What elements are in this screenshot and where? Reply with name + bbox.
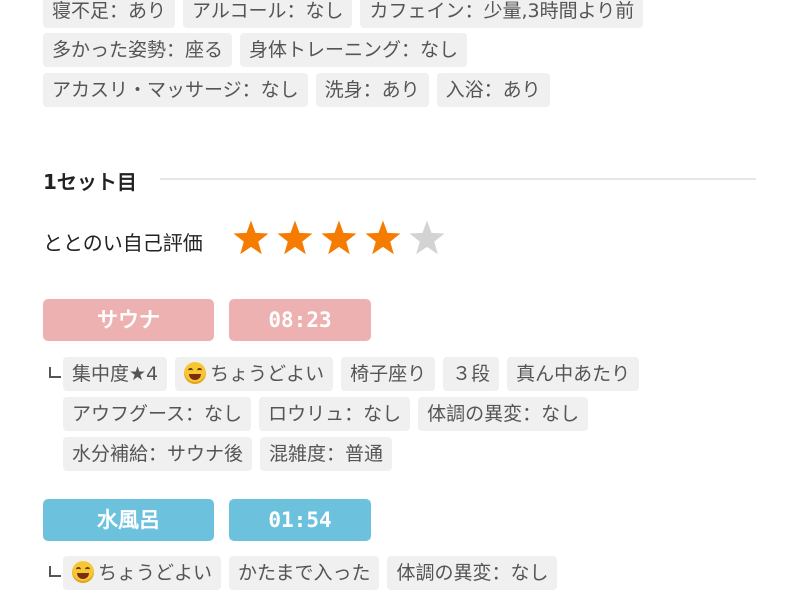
star-empty-icon [409, 220, 445, 255]
tag-caffeine: カフェイン：少量,3時間より前 [360, 0, 644, 28]
sauna-log-page: 寝不足：あり アルコール：なし カフェイン：少量,3時間より前 多かった姿勢：座… [0, 0, 800, 600]
star-filled-icon [321, 220, 357, 255]
tag-bath: 入浴：あり [436, 73, 550, 107]
tag-loyly: ロウリュ：なし [259, 397, 411, 431]
tag-training: 身体トレーニング：なし [240, 33, 468, 67]
tag-water-condition: 体調の異変：なし [387, 556, 558, 590]
tag-seat: 椅子座り [341, 357, 436, 391]
tag-depth: かたまで入った [229, 556, 380, 590]
condition-tags-row-1: 寝不足：あり アルコール：なし カフェイン：少量,3時間より前 [43, 0, 644, 28]
section-divider [160, 178, 756, 180]
tag-massage: アカスリ・マッサージ：なし [43, 73, 308, 107]
tag-tier: ３段 [443, 357, 500, 391]
star-filled-icon [233, 220, 269, 255]
tag-hydration: 水分補給：サウナ後 [63, 437, 253, 471]
grinning-squint-icon [72, 561, 94, 583]
condition-tags-row-3: アカスリ・マッサージ：なし 洗身：あり 入浴：あり [43, 73, 550, 107]
tag-water-feel-text: ちょうどよい [98, 562, 213, 584]
rating-stars [232, 219, 446, 257]
tag-position: 真ん中あたり [507, 357, 640, 391]
tag-water-feel: ちょうどよい [63, 556, 222, 590]
star-filled-icon [365, 220, 401, 255]
tag-condition: 体調の異変：なし [418, 397, 589, 431]
star-filled-icon [277, 220, 313, 255]
water-tags-row-1: ちょうどよい かたまで入った 体調の異変：なし [63, 556, 558, 590]
condition-tags-row-2: 多かった姿勢：座る 身体トレーニング：なし [43, 33, 468, 67]
water-time-pill: 01:54 [229, 499, 371, 541]
tag-posture: 多かった姿勢：座る [43, 33, 233, 67]
tag-focus: 集中度★4 [63, 357, 168, 391]
grinning-squint-icon [184, 362, 207, 384]
tag-crowd: 混雑度：普通 [260, 437, 393, 471]
rating-label: ととのい自己評価 [43, 231, 203, 255]
tag-alcohol: アルコール：なし [183, 0, 353, 28]
water-branch-icon [49, 566, 61, 577]
sauna-tags-row-1: 集中度★4 ちょうどよい 椅子座り ３段 真ん中あたり [63, 357, 640, 391]
sauna-branch-icon [49, 367, 61, 378]
tag-aufguss: アウフグース：なし [63, 397, 252, 431]
sauna-tags-row-3: 水分補給：サウナ後 混雑度：普通 [63, 437, 393, 471]
sauna-time-pill: 08:23 [229, 299, 371, 341]
tag-body-wash: 洗身：あり [315, 73, 429, 107]
tag-temperature-text: ちょうどよい [210, 363, 325, 385]
set-title: 1セット目 [43, 170, 137, 194]
sauna-label-pill: サウナ [43, 299, 214, 341]
tag-sleep: 寝不足：あり [43, 0, 176, 28]
tag-temperature-feel: ちょうどよい [175, 357, 334, 391]
water-label-pill: 水風呂 [43, 499, 214, 541]
sauna-tags-row-2: アウフグース：なし ロウリュ：なし 体調の異変：なし [63, 397, 589, 431]
